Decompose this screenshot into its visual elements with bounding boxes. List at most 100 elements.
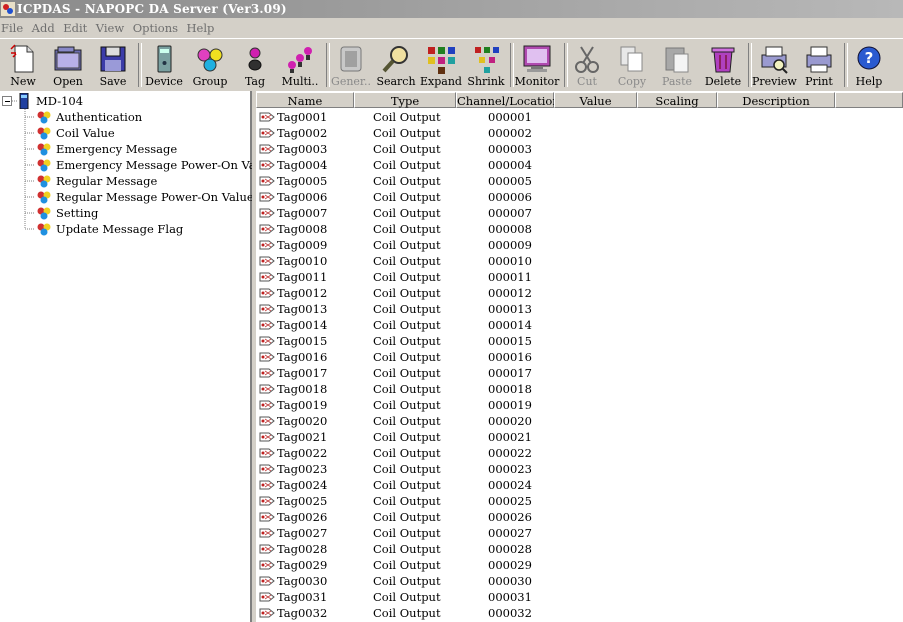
table-row[interactable]: Tag0016 Coil Output 000016 (256, 349, 903, 365)
table-row[interactable]: Tag0003 Coil Output 000003 (256, 141, 903, 157)
new-button[interactable]: New (4, 41, 42, 89)
table-row[interactable]: Tag0004 Coil Output 000004 (256, 157, 903, 173)
open-folder-icon (54, 46, 82, 71)
tag-type-cell: Coil Output (373, 318, 441, 332)
tag-type-cell: Coil Output (373, 302, 441, 316)
table-row[interactable]: Tag0021 Coil Output 000021 (256, 429, 903, 445)
tag-type-cell: Coil Output (373, 350, 441, 364)
column-header-scaling[interactable]: Scaling (637, 92, 717, 108)
collapse-toggle[interactable] (2, 96, 12, 106)
tag-name-cell: Tag0027 (277, 526, 328, 540)
tag-channel-cell: 000027 (488, 526, 532, 540)
save-button[interactable]: Save (94, 41, 132, 89)
group-button[interactable]: Group (190, 41, 230, 89)
tag-type-cell: Coil Output (373, 446, 441, 460)
menu-help[interactable]: Help (186, 19, 219, 37)
delete-button[interactable]: Delete (702, 41, 744, 89)
open-button[interactable]: Open (48, 41, 88, 89)
menu-bar: File Add Edit View Options Help (0, 19, 903, 37)
multi-tag-button[interactable]: Multi.. (280, 41, 320, 89)
tag-type-cell: Coil Output (373, 398, 441, 412)
table-row[interactable]: Tag0027 Coil Output 000027 (256, 525, 903, 541)
tag-icon (258, 494, 276, 508)
tag-icon (258, 462, 276, 476)
column-header-type[interactable]: Type (354, 92, 456, 108)
table-row[interactable]: Tag0007 Coil Output 000007 (256, 205, 903, 221)
column-header-name[interactable]: Name (256, 92, 354, 108)
table-row[interactable]: Tag0029 Coil Output 000029 (256, 557, 903, 573)
table-row[interactable]: Tag0008 Coil Output 000008 (256, 221, 903, 237)
table-row[interactable]: Tag0025 Coil Output 000025 (256, 493, 903, 509)
print-button[interactable]: Print (800, 41, 838, 89)
generate-button[interactable]: Gener.. (330, 41, 372, 89)
tag-type-cell: Coil Output (373, 206, 441, 220)
tag-icon (258, 590, 276, 604)
table-row[interactable]: Tag0005 Coil Output 000005 (256, 173, 903, 189)
table-row[interactable]: Tag0023 Coil Output 000023 (256, 461, 903, 477)
preview-button[interactable]: Preview (752, 41, 797, 89)
expand-button[interactable]: Expand (420, 41, 462, 89)
cut-button[interactable]: Cut (568, 41, 606, 89)
table-row[interactable]: Tag0017 Coil Output 000017 (256, 365, 903, 381)
toolbar-separator (844, 43, 848, 87)
table-row[interactable]: Tag0002 Coil Output 000002 (256, 125, 903, 141)
tag-channel-cell: 000014 (488, 318, 532, 332)
table-row[interactable]: Tag0031 Coil Output 000031 (256, 589, 903, 605)
tag-icon (258, 142, 276, 156)
menu-options[interactable]: Options (132, 19, 182, 37)
table-row[interactable]: Tag0030 Coil Output 000030 (256, 573, 903, 589)
column-header-channel[interactable]: Channel/Location (456, 92, 560, 108)
menu-file[interactable]: File (0, 19, 27, 37)
table-row[interactable]: Tag0024 Coil Output 000024 (256, 477, 903, 493)
menu-edit[interactable]: Edit (62, 19, 91, 37)
column-header-description[interactable]: Description (717, 92, 835, 108)
copy-button[interactable]: Copy (612, 41, 652, 89)
tree-pane: MD-104 Authentication Coil Value Emergen… (0, 91, 274, 622)
tag-name-cell: Tag0010 (277, 254, 328, 268)
shrink-button[interactable]: Shrink (466, 41, 506, 89)
tag-icon (258, 158, 276, 172)
tag-icon (258, 270, 276, 284)
device-icon (19, 93, 29, 109)
table-row[interactable]: Tag0020 Coil Output 000020 (256, 413, 903, 429)
table-row[interactable]: Tag0019 Coil Output 000019 (256, 397, 903, 413)
monitor-button[interactable]: Monitor (514, 41, 560, 89)
paste-button[interactable]: Paste (656, 41, 698, 89)
table-row[interactable]: Tag0011 Coil Output 000011 (256, 269, 903, 285)
group-icon (37, 143, 51, 156)
search-button[interactable]: Search (376, 41, 416, 89)
menu-view[interactable]: View (95, 19, 128, 37)
tag-channel-cell: 000007 (488, 206, 532, 220)
tag-channel-cell: 000005 (488, 174, 532, 188)
tag-button[interactable]: Tag (236, 41, 274, 89)
tag-icon (258, 254, 276, 268)
tag-type-cell: Coil Output (373, 238, 441, 252)
table-row[interactable]: Tag0018 Coil Output 000018 (256, 381, 903, 397)
table-row[interactable]: Tag0009 Coil Output 000009 (256, 237, 903, 253)
tag-name-cell: Tag0014 (277, 318, 328, 332)
device-icon (157, 45, 172, 73)
table-row[interactable]: Tag0014 Coil Output 000014 (256, 317, 903, 333)
table-row[interactable]: Tag0001 Coil Output 000001 (256, 109, 903, 125)
tag-name-cell: Tag0005 (277, 174, 328, 188)
tag-name-cell: Tag0030 (277, 574, 328, 588)
table-row[interactable]: Tag0032 Coil Output 000032 (256, 605, 903, 621)
tag-type-cell: Coil Output (373, 190, 441, 204)
column-header-value[interactable]: Value (554, 92, 637, 108)
tag-channel-cell: 000011 (488, 270, 532, 284)
table-row[interactable]: Tag0026 Coil Output 000026 (256, 509, 903, 525)
table-row[interactable]: Tag0013 Coil Output 000013 (256, 301, 903, 317)
floppy-disk-icon (100, 46, 126, 72)
title-bar: ICPDAS - NAPOPC DA Server (Ver3.09) (0, 0, 903, 18)
tag-name-cell: Tag0026 (277, 510, 328, 524)
table-row[interactable]: Tag0010 Coil Output 000010 (256, 253, 903, 269)
table-row[interactable]: Tag0006 Coil Output 000006 (256, 189, 903, 205)
tag-icon (258, 302, 276, 316)
menu-add[interactable]: Add (31, 19, 59, 37)
table-row[interactable]: Tag0028 Coil Output 000028 (256, 541, 903, 557)
device-button[interactable]: Device (144, 41, 184, 89)
table-row[interactable]: Tag0012 Coil Output 000012 (256, 285, 903, 301)
table-row[interactable]: Tag0015 Coil Output 000015 (256, 333, 903, 349)
help-button[interactable]: ? Help (850, 41, 888, 89)
table-row[interactable]: Tag0022 Coil Output 000022 (256, 445, 903, 461)
